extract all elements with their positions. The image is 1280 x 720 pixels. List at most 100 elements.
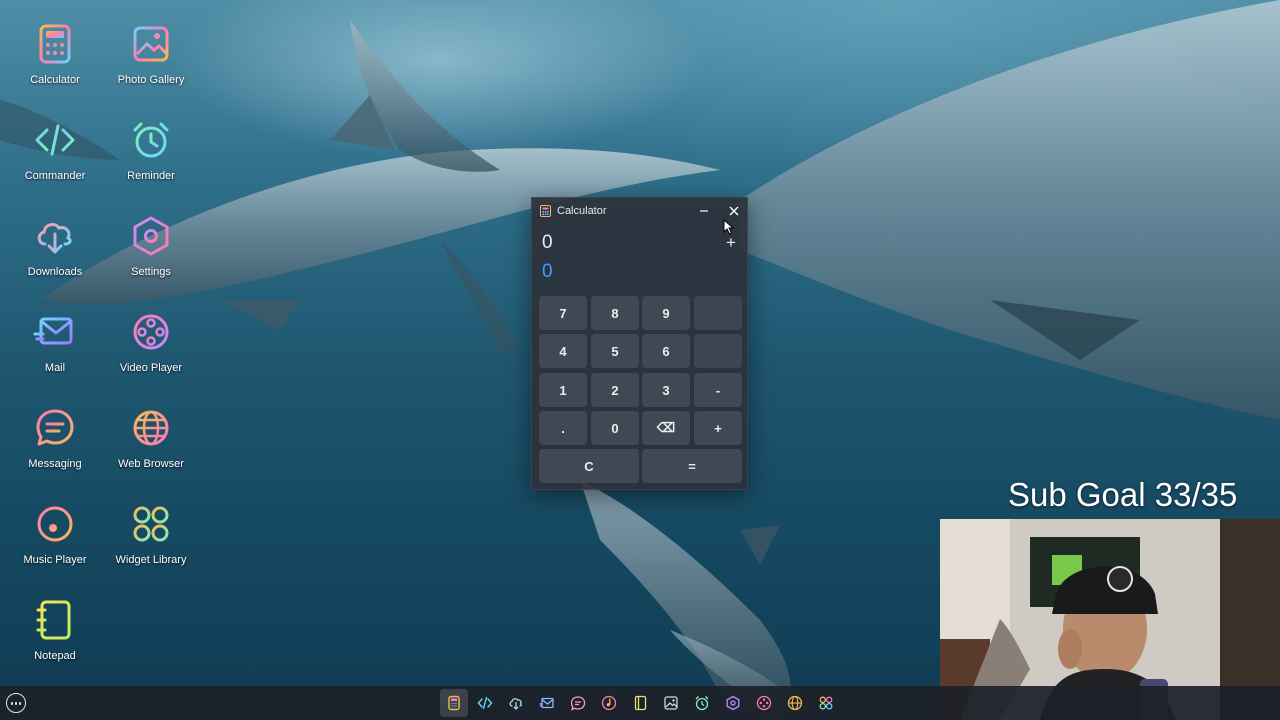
music-disc-icon (37, 506, 73, 542)
taskbar-app-reminder[interactable] (688, 689, 716, 717)
sub-goal-overlay: Sub Goal 33/35 (1008, 476, 1238, 513)
key-blank-1[interactable] (694, 296, 742, 330)
code-icon (477, 696, 493, 710)
key-plus[interactable]: + (694, 411, 742, 445)
photo-gallery-icon (133, 26, 169, 62)
music-disc-icon (601, 695, 617, 711)
taskbar-app-photo-gallery[interactable] (657, 689, 685, 717)
desktop-icon-label: Notepad (34, 650, 76, 662)
taskbar-app-web-browser[interactable] (781, 689, 809, 717)
key-equals[interactable]: = (642, 449, 742, 483)
desktop-icon-label: Photo Gallery (117, 74, 185, 86)
dot-icon (14, 702, 17, 705)
hexagon-gear-icon (726, 695, 740, 711)
widget-grid-icon (133, 506, 169, 542)
key-5[interactable]: 5 (591, 334, 639, 368)
window-titlebar[interactable]: Calculator (532, 198, 749, 224)
desktop-icon-notepad[interactable]: Notepad (10, 596, 100, 682)
cloud-download-icon (509, 698, 522, 710)
alarm-clock-icon (133, 122, 169, 158)
notepad-icon (36, 600, 71, 640)
key-2[interactable]: 2 (591, 373, 639, 407)
minimize-icon (700, 210, 708, 212)
desktop-icon-label: Messaging (28, 458, 82, 470)
desktop-icon-label: Settings (131, 266, 171, 278)
desktop-icon-label: Commander (24, 170, 86, 182)
desktop-icon-label: Widget Library (115, 554, 187, 566)
mail-icon (33, 317, 73, 345)
dot-icon (10, 702, 13, 705)
start-menu-button[interactable] (6, 693, 26, 713)
taskbar-app-mail[interactable] (533, 689, 561, 717)
key-0[interactable]: 0 (591, 411, 639, 445)
desktop-icon-label: Reminder (127, 170, 175, 182)
taskbar (0, 686, 1280, 720)
key-6[interactable]: 6 (642, 334, 690, 368)
key-backspace[interactable]: ⌫ (642, 411, 690, 445)
taskbar-app-calculator[interactable] (440, 689, 468, 717)
result-display: 0 (542, 261, 553, 282)
key-7[interactable]: 7 (539, 296, 587, 330)
key-9[interactable]: 9 (642, 296, 690, 330)
taskbar-app-widget-library[interactable] (812, 689, 840, 717)
widget-grid-icon (819, 696, 833, 710)
desktop-icon-web-browser[interactable]: Web Browser (106, 404, 196, 490)
desktop-icon-calculator[interactable]: Calculator (10, 20, 100, 106)
globe-icon (133, 410, 169, 446)
key-minus[interactable]: - (694, 373, 742, 407)
key-4[interactable]: 4 (539, 334, 587, 368)
desktop-icon-messaging[interactable]: Messaging (10, 404, 100, 490)
taskbar-app-settings[interactable] (719, 689, 747, 717)
desktop-icon-label: Downloads (27, 266, 83, 278)
film-reel-icon (133, 314, 169, 350)
desktop-icon-music-player[interactable]: Music Player (10, 500, 100, 586)
photo-gallery-icon (664, 696, 678, 710)
dot-icon (18, 702, 21, 705)
minimize-button[interactable] (695, 202, 713, 220)
desktop-icon-mail[interactable]: Mail (10, 308, 100, 394)
desktop-icon-settings[interactable]: Settings (106, 212, 196, 298)
desktop-icon-video-player[interactable]: Video Player (106, 308, 196, 394)
close-button[interactable] (725, 202, 743, 220)
key-blank-2[interactable] (694, 334, 742, 368)
desktop-icon-photo-gallery[interactable]: Photo Gallery (106, 20, 196, 106)
desktop-icon-label: Calculator (30, 74, 80, 86)
code-icon (35, 124, 75, 156)
key-decimal[interactable]: . (539, 411, 587, 445)
hexagon-gear-icon (133, 216, 169, 256)
key-clear[interactable]: C (539, 449, 639, 483)
calculator-icon (39, 24, 71, 64)
desktop-icon-label: Video Player (119, 362, 183, 374)
desktop-icon-commander[interactable]: Commander (10, 116, 100, 202)
desktop-icon-label: Music Player (23, 554, 87, 566)
taskbar-app-commander[interactable] (471, 689, 499, 717)
chat-bubble-icon (570, 696, 586, 711)
key-3[interactable]: 3 (642, 373, 690, 407)
mouse-cursor-icon (723, 219, 735, 235)
operator-display: + (726, 233, 736, 252)
taskbar-app-downloads[interactable] (502, 689, 530, 717)
window-title: Calculator (557, 205, 607, 217)
alarm-clock-icon (695, 696, 709, 711)
globe-icon (787, 695, 803, 711)
calculator-icon (448, 695, 460, 711)
chat-bubble-icon (36, 409, 74, 446)
close-icon (729, 206, 739, 216)
taskbar-app-messaging[interactable] (564, 689, 592, 717)
desktop-icon-downloads[interactable]: Downloads (10, 212, 100, 298)
calculator-window[interactable]: Calculator 0 + 0 7 8 9 4 5 6 1 2 3 - . 0… (531, 197, 748, 490)
taskbar-app-notepad[interactable] (626, 689, 654, 717)
expression-display: 0 (542, 232, 553, 253)
taskbar-app-music-player[interactable] (595, 689, 623, 717)
key-8[interactable]: 8 (591, 296, 639, 330)
desktop-icon-label: Mail (44, 362, 66, 374)
notepad-icon (634, 695, 647, 711)
film-reel-icon (756, 695, 772, 711)
desktop-icon-label: Web Browser (118, 458, 184, 470)
desktop-icon-reminder[interactable]: Reminder (106, 116, 196, 202)
taskbar-app-video-player[interactable] (750, 689, 778, 717)
desktop-icon-widget-library[interactable]: Widget Library (106, 500, 196, 586)
mail-icon (539, 697, 554, 709)
key-1[interactable]: 1 (539, 373, 587, 407)
calculator-icon (540, 205, 551, 217)
